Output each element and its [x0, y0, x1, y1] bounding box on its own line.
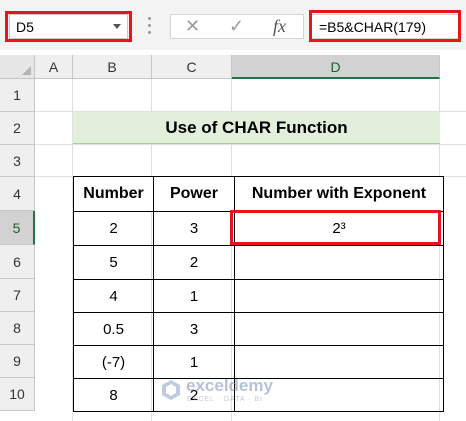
drag-handle-icon[interactable]: [148, 17, 151, 37]
column-header-b[interactable]: B: [73, 55, 152, 79]
header-power[interactable]: Power: [153, 176, 235, 212]
cell-number[interactable]: 0.5: [73, 312, 154, 346]
name-box-highlight: [5, 11, 132, 42]
row-header-8[interactable]: 8: [0, 312, 35, 345]
formula-buttons: ✕ ✓ fx: [170, 14, 304, 39]
header-number-with-exponent[interactable]: Number with Exponent: [234, 176, 444, 212]
formula-bar: D5 ✕ ✓ fx =B5&CHAR(179): [0, 0, 466, 50]
row-header-3[interactable]: 3: [0, 145, 35, 177]
row-header-9[interactable]: 9: [0, 345, 35, 378]
cell-number[interactable]: (-7): [73, 345, 154, 379]
watermark-name: exceldemy: [186, 376, 273, 395]
cell-power[interactable]: 1: [153, 279, 235, 313]
cell-number[interactable]: 2: [73, 211, 154, 246]
cell-power[interactable]: 3: [153, 211, 235, 246]
cell-number[interactable]: 5: [73, 245, 154, 280]
cell-power[interactable]: 3: [153, 312, 235, 346]
select-all-triangle-icon: [22, 66, 31, 75]
gridline: [35, 144, 466, 145]
check-icon[interactable]: ✓: [229, 16, 244, 37]
x-icon[interactable]: ✕: [185, 16, 200, 37]
table-row: 4 1: [73, 279, 444, 313]
column-header-a[interactable]: A: [35, 55, 73, 79]
cell-number[interactable]: 8: [73, 378, 154, 412]
active-cell-highlight: [230, 210, 441, 245]
select-all-button[interactable]: [0, 55, 35, 79]
cell-number[interactable]: 4: [73, 279, 154, 313]
column-header-c[interactable]: C: [152, 55, 232, 79]
cell-power[interactable]: 2: [153, 245, 235, 280]
cell-result[interactable]: [234, 312, 444, 346]
exceldemy-watermark: exceldemy EXCEL · DATA · BI: [160, 373, 330, 409]
header-number[interactable]: Number: [73, 176, 154, 212]
row-header-2[interactable]: 2: [0, 112, 35, 145]
watermark-tagline: EXCEL · DATA · BI: [187, 396, 263, 403]
sheet-title[interactable]: Use of CHAR Function: [73, 112, 440, 144]
row-header-5[interactable]: 5: [0, 211, 35, 245]
row-header-7[interactable]: 7: [0, 279, 35, 312]
formula-highlight: [309, 10, 461, 42]
row-header-10[interactable]: 10: [0, 378, 35, 411]
table-row: 5 2: [73, 245, 444, 280]
column-header-d[interactable]: D: [232, 55, 440, 79]
cell-result[interactable]: [234, 245, 444, 280]
row-header-4[interactable]: 4: [0, 177, 35, 211]
table-header-row: Number Power Number with Exponent: [73, 176, 444, 212]
row-header-6[interactable]: 6: [0, 245, 35, 279]
exceldemy-logo-icon: [162, 380, 180, 400]
fx-icon[interactable]: fx: [273, 16, 286, 37]
row-header-1[interactable]: 1: [0, 79, 35, 112]
cell-result[interactable]: [234, 279, 444, 313]
table-row: 0.5 3: [73, 312, 444, 346]
